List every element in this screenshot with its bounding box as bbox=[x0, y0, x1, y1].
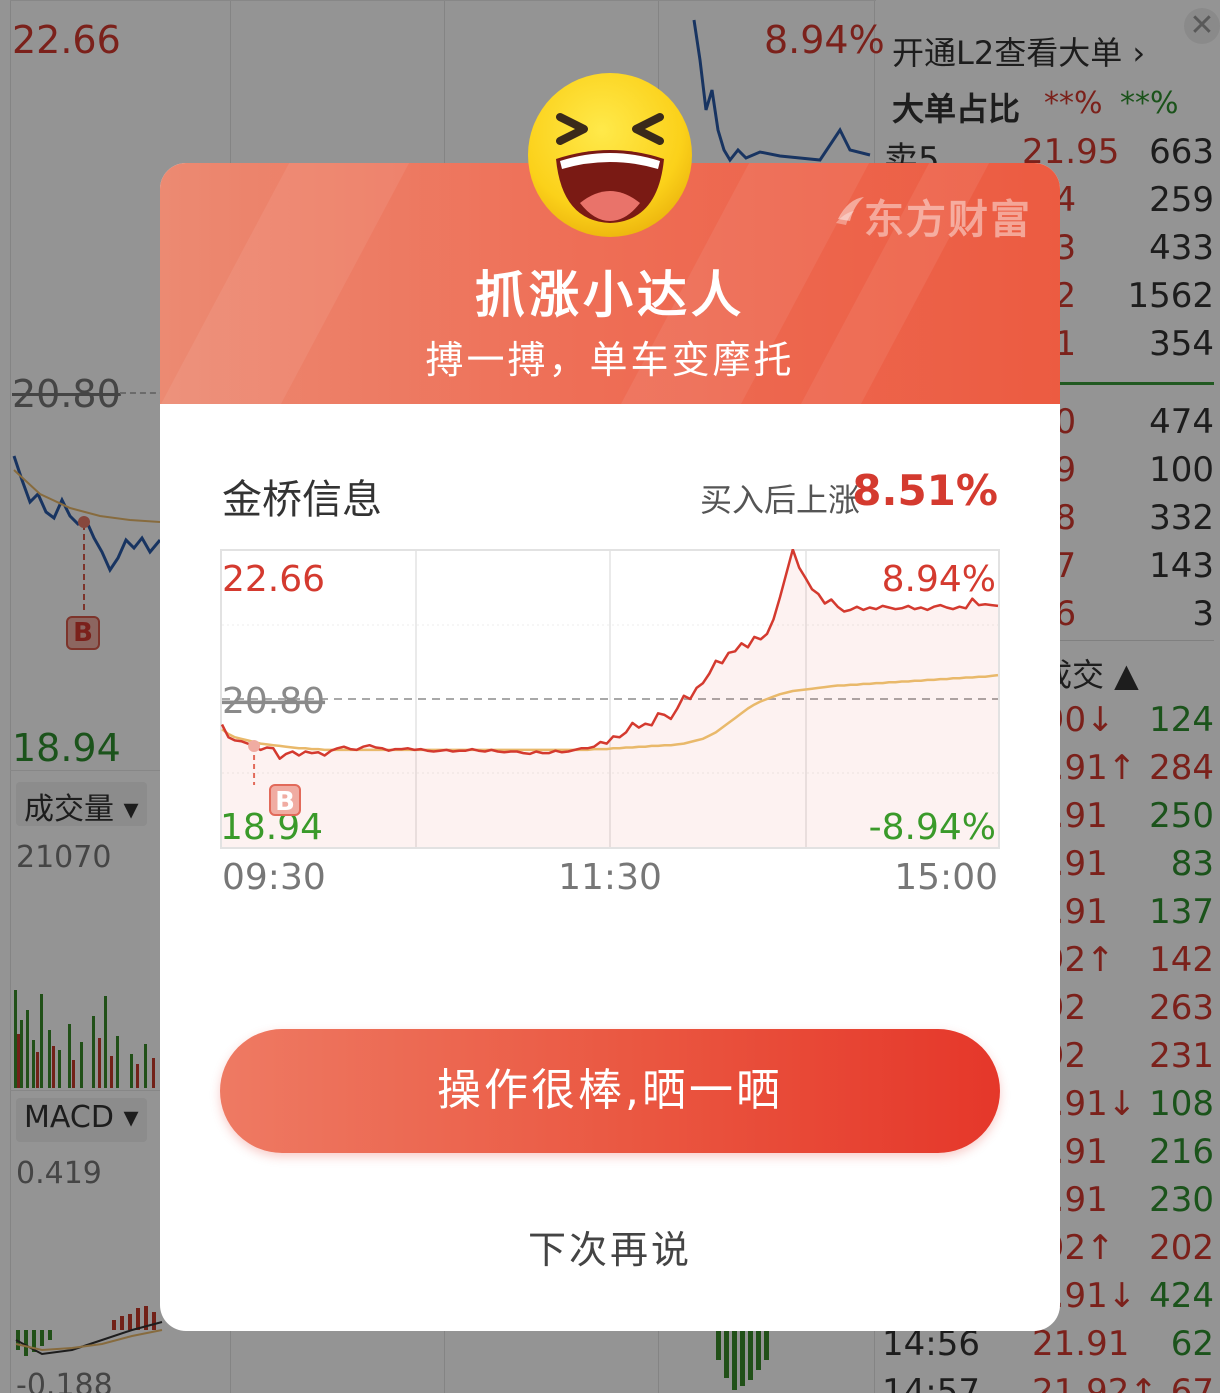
chart-price-top-label: 22.66 bbox=[222, 559, 325, 600]
chart-buy-marker-label: B bbox=[275, 787, 295, 817]
chart-pct-top-label: 8.94% bbox=[882, 559, 996, 600]
laughing-face-icon bbox=[528, 73, 692, 237]
dialog-subtitle: 搏一搏，单车变摩托 bbox=[425, 338, 795, 382]
chart-price-ref-label: 20.80 bbox=[222, 681, 325, 722]
buy-marker-point bbox=[248, 739, 261, 752]
dismiss-later-link[interactable]: 下次再说 bbox=[160, 1219, 1060, 1274]
x-tick-close: 15:00 bbox=[894, 857, 998, 898]
chart-pct-bottom-label: -8.94% bbox=[869, 807, 996, 848]
brand-logo-icon bbox=[836, 197, 864, 225]
share-button[interactable]: 操作很棒,晒一晒 bbox=[220, 1029, 1000, 1153]
gain-value: 8.51% bbox=[852, 466, 998, 515]
brand-watermark: 东方财富 bbox=[864, 197, 1032, 243]
gain-label: 买入后上涨 bbox=[699, 481, 860, 519]
stock-name: 金桥信息 bbox=[222, 477, 382, 523]
achievement-dialog: 东方财富 抓涨小达人 搏一搏，单车变摩托 金桥信息 买入后上涨 8.51% 22… bbox=[160, 73, 1060, 1331]
intraday-chart: 22.66 20.80 18.94 8.94% -8.94% B bbox=[220, 549, 1000, 849]
dialog-title: 抓涨小达人 bbox=[475, 266, 745, 324]
